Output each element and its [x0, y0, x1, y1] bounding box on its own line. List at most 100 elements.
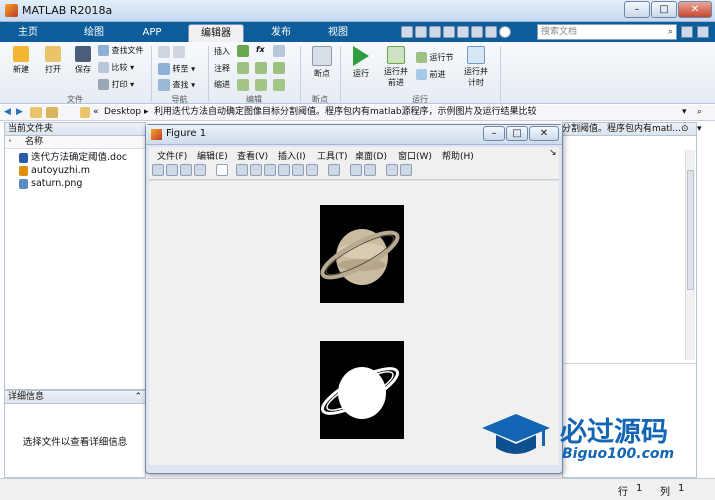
tab-home[interactable]: 主页 — [8, 24, 48, 42]
tab-editor[interactable]: 编辑器 — [188, 24, 244, 42]
pan-icon[interactable] — [264, 164, 276, 176]
save-figure-icon[interactable] — [180, 164, 192, 176]
run-section-button[interactable]: 运行节 — [416, 52, 454, 63]
save-button[interactable]: 保存 — [68, 46, 98, 75]
run-and-advance-button[interactable]: 运行并 前进 — [378, 46, 414, 88]
search-icon[interactable]: ⌕ — [668, 25, 673, 39]
path-desktop[interactable]: Desktop — [104, 105, 141, 120]
find-files-button[interactable]: 查找文件 — [98, 45, 144, 56]
paste-icon[interactable] — [443, 26, 455, 38]
up-folder-icon[interactable] — [30, 107, 42, 118]
figure-close-button[interactable]: ✕ — [529, 126, 559, 141]
menu-window[interactable]: 窗口(W) — [398, 149, 432, 162]
help-icon[interactable] — [499, 26, 511, 38]
wrap-comments-icon[interactable] — [273, 62, 285, 74]
menu-view[interactable]: 查看(V) — [237, 149, 268, 162]
back-icon[interactable]: ◀ — [4, 105, 11, 120]
insert-colorbar-icon[interactable] — [350, 164, 362, 176]
redo-icon[interactable] — [471, 26, 483, 38]
brush-icon[interactable] — [306, 164, 318, 176]
figure-minimize-button[interactable]: – — [483, 126, 505, 141]
comment-button[interactable]: 注释 — [214, 63, 230, 74]
file-item-m[interactable]: autoyuzhi.m — [19, 164, 145, 177]
forward-icon[interactable]: ▶ — [16, 105, 23, 120]
run-and-time-button[interactable]: 运行并 计时 — [458, 46, 494, 88]
rotate-3d-icon[interactable] — [278, 164, 290, 176]
tab-apps[interactable]: APP — [130, 24, 174, 42]
zoom-in-icon[interactable] — [236, 164, 248, 176]
switch-windows-icon[interactable] — [485, 26, 497, 38]
name-column-header[interactable]: ˄ 名称 — [5, 136, 145, 149]
dock-figure-icon[interactable]: ↘ — [549, 148, 557, 158]
run-button[interactable]: 运行 — [346, 46, 376, 79]
print-button[interactable]: 打印 ▾ — [98, 79, 134, 90]
file-item-doc[interactable]: 迭代方法确定阈值.doc — [19, 151, 145, 164]
path-dropdown-icon[interactable]: ▾ — [682, 105, 687, 120]
panel-menu-icon[interactable]: ▾ — [697, 124, 702, 134]
col-label: 列 — [660, 487, 670, 498]
menu-insert[interactable]: 插入(I) — [278, 149, 306, 162]
insert-function-icon[interactable] — [273, 45, 285, 57]
goto-button[interactable]: 转至 ▾ — [158, 63, 195, 75]
open-button[interactable]: 打开 — [38, 46, 68, 75]
save-icon[interactable] — [401, 26, 413, 38]
breakpoints-label: 断点 — [314, 69, 330, 78]
quick-access-toolbar — [400, 25, 532, 39]
panel-options-icon[interactable]: ⊙ — [681, 124, 689, 134]
advance-button[interactable]: 前进 — [416, 69, 446, 80]
browse-folder-icon[interactable] — [46, 107, 58, 118]
path-current-folder[interactable]: 利用迭代方法自动确定图像目标分割阈值。程序包内有matlab源程序，示例图片及运… — [154, 105, 537, 120]
tab-plots[interactable]: 绘图 — [70, 24, 118, 42]
zoom-out-icon[interactable] — [250, 164, 262, 176]
breakpoints-button[interactable]: 断点 — [306, 46, 338, 79]
indent-button[interactable]: 缩进 — [214, 79, 230, 90]
tab-view[interactable]: 视图 — [312, 24, 364, 42]
figure-title-bar[interactable]: Figure 1 – □ ✕ — [146, 125, 562, 145]
close-button[interactable]: ✕ — [678, 1, 712, 18]
insert-button[interactable]: 插入 — [214, 46, 230, 57]
cut-icon[interactable] — [415, 26, 427, 38]
new-button[interactable]: 新建 — [6, 46, 36, 75]
maximize-button[interactable]: □ — [651, 1, 677, 18]
tab-publish[interactable]: 发布 — [256, 24, 306, 42]
show-plot-tools-icon[interactable] — [400, 164, 412, 176]
uncomment-icon[interactable] — [255, 62, 267, 74]
search-documentation-input[interactable]: 搜索文档 ⌕ — [537, 24, 677, 40]
insert-section-icon[interactable] — [237, 45, 249, 57]
collapse-ribbon-icon[interactable] — [681, 26, 693, 38]
breakpoints-icon — [312, 46, 332, 66]
increase-indent-icon[interactable] — [255, 79, 267, 91]
link-plot-icon[interactable] — [328, 164, 340, 176]
smart-indent-icon[interactable] — [237, 79, 249, 91]
insert-legend-icon[interactable] — [364, 164, 376, 176]
hide-plot-tools-icon[interactable] — [386, 164, 398, 176]
fx-button[interactable]: fx — [256, 45, 265, 54]
path-overflow[interactable]: « — [93, 105, 99, 120]
title-bar: MATLAB R2018a – □ ✕ — [0, 0, 715, 22]
expand-details-icon[interactable]: ⌃ — [134, 391, 145, 403]
menu-edit[interactable]: 编辑(E) — [197, 149, 228, 162]
search-folder-icon[interactable]: ⌕ — [697, 105, 702, 120]
print-figure-icon[interactable] — [194, 164, 206, 176]
find-button[interactable]: 查找 ▾ — [158, 79, 195, 91]
vertical-scrollbar[interactable] — [685, 150, 695, 360]
minimize-button[interactable]: – — [624, 1, 650, 18]
minimize-toolstrip-icon[interactable] — [697, 26, 709, 38]
compare-button[interactable]: 比较 ▾ — [98, 62, 134, 73]
comment-icon[interactable] — [237, 62, 249, 74]
copy-icon[interactable] — [429, 26, 441, 38]
new-figure-icon[interactable] — [152, 164, 164, 176]
back-forward-buttons[interactable] — [158, 46, 185, 60]
menu-tools[interactable]: 工具(T) — [317, 149, 348, 162]
menu-file[interactable]: 文件(F) — [157, 149, 187, 162]
figure-maximize-button[interactable]: □ — [506, 126, 528, 141]
open-file-icon[interactable] — [166, 164, 178, 176]
file-item-png[interactable]: saturn.png — [19, 177, 145, 190]
decrease-indent-icon[interactable] — [273, 79, 285, 91]
menu-desktop[interactable]: 桌面(D) — [355, 149, 387, 162]
undo-icon[interactable] — [457, 26, 469, 38]
edit-plot-icon[interactable] — [216, 164, 228, 176]
scrollbar-thumb[interactable] — [687, 170, 694, 290]
data-cursor-icon[interactable] — [292, 164, 304, 176]
menu-help[interactable]: 帮助(H) — [442, 149, 474, 162]
